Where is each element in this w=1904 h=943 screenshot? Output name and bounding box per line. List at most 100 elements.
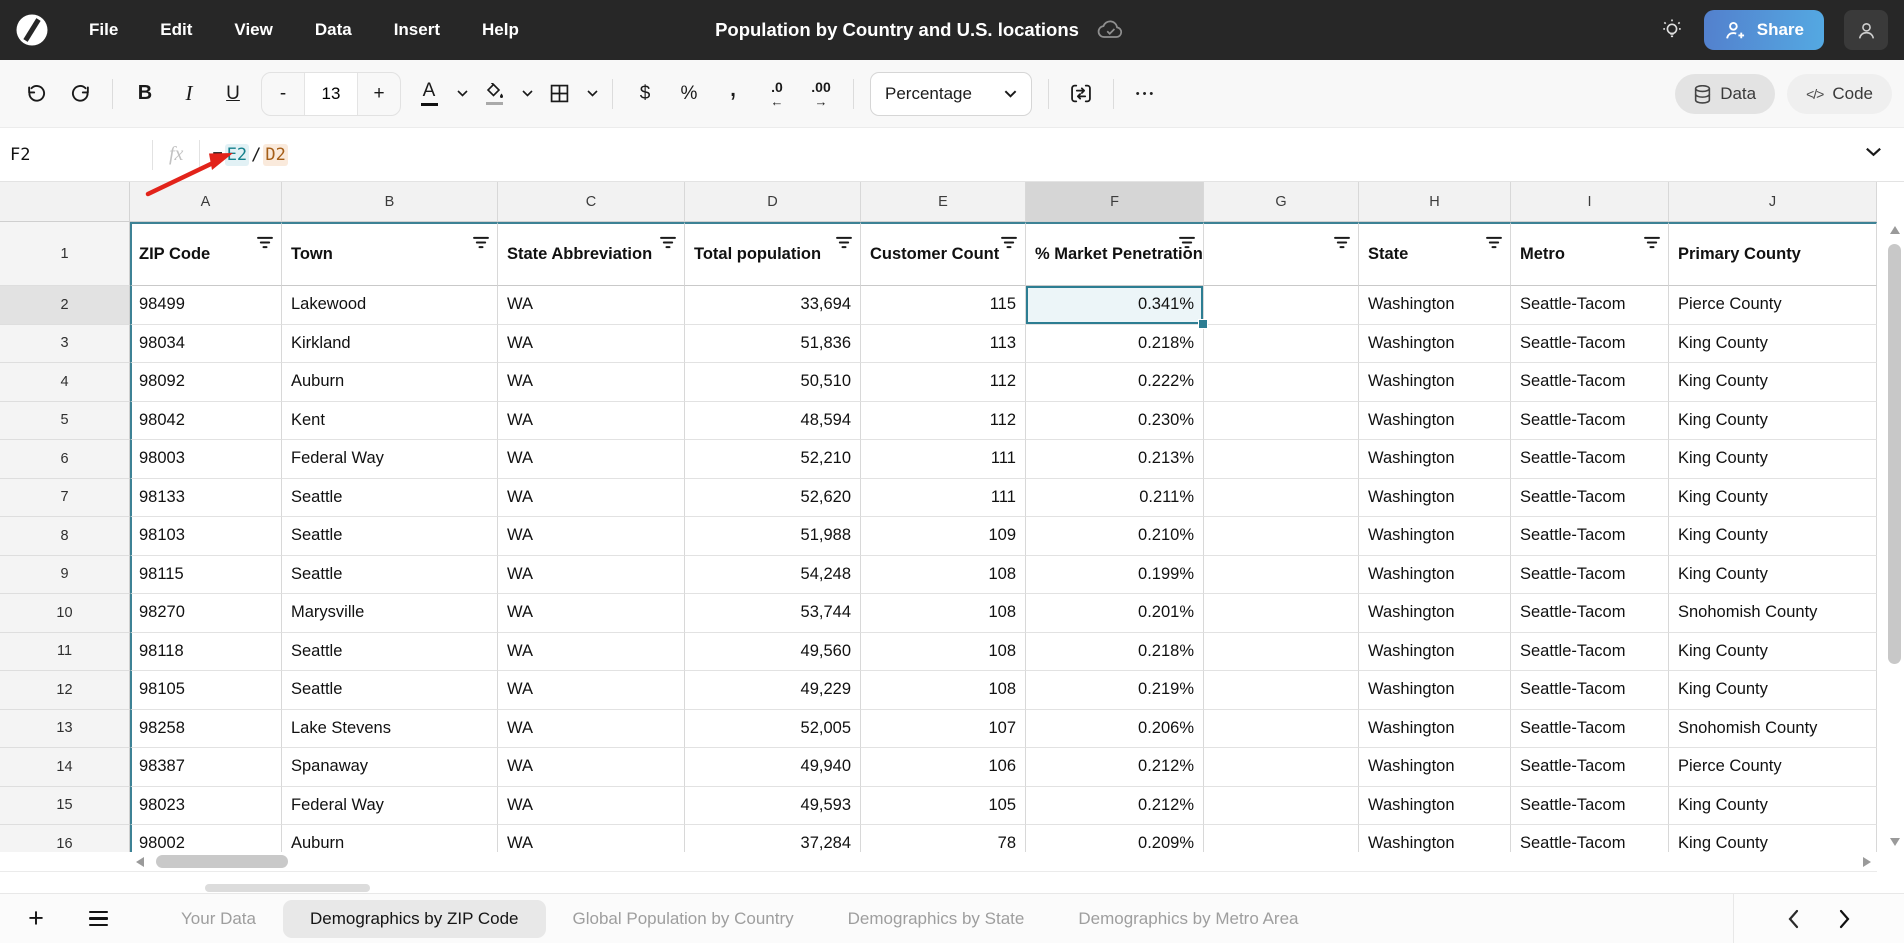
cell-A8[interactable]: 98103	[130, 517, 282, 556]
cell-G14[interactable]	[1204, 748, 1359, 787]
undo-button[interactable]	[14, 72, 58, 116]
cell-H14[interactable]: Washington	[1359, 748, 1511, 787]
cell-E10[interactable]: 108	[861, 594, 1026, 633]
font-size-value[interactable]: 13	[304, 72, 358, 116]
cell-F13[interactable]: 0.206%	[1026, 710, 1204, 749]
cell-E14[interactable]: 106	[861, 748, 1026, 787]
tab-demographics-by-metro-area[interactable]: Demographics by Metro Area	[1051, 900, 1325, 938]
cell-G5[interactable]	[1204, 402, 1359, 441]
cell-D15[interactable]: 49,593	[685, 787, 861, 826]
cell-G10[interactable]	[1204, 594, 1359, 633]
cell-G15[interactable]	[1204, 787, 1359, 826]
cell-J12[interactable]: King County	[1669, 671, 1877, 710]
code-panel-button[interactable]: </> Code	[1787, 74, 1892, 114]
cell-B13[interactable]: Lake Stevens	[282, 710, 498, 749]
cell-B4[interactable]: Auburn	[282, 363, 498, 402]
cell-F10[interactable]: 0.201%	[1026, 594, 1204, 633]
cell-B6[interactable]: Federal Way	[282, 440, 498, 479]
cell-F12[interactable]: 0.219%	[1026, 671, 1204, 710]
number-format-dropdown[interactable]: Percentage	[870, 72, 1032, 116]
grid-corner[interactable]	[0, 182, 130, 222]
cell-D3[interactable]: 51,836	[685, 325, 861, 364]
row-number-10[interactable]: 10	[0, 594, 130, 633]
filter-icon[interactable]	[1486, 234, 1502, 255]
filter-icon[interactable]	[660, 234, 676, 255]
cell-I12[interactable]: Seattle-Tacom	[1511, 671, 1669, 710]
cell-H3[interactable]: Washington	[1359, 325, 1511, 364]
menu-data[interactable]: Data	[294, 0, 373, 60]
data-panel-button[interactable]: Data	[1675, 74, 1775, 114]
scroll-down-arrow-icon[interactable]	[1890, 838, 1900, 846]
cell-I10[interactable]: Seattle-Tacom	[1511, 594, 1669, 633]
cell-H7[interactable]: Washington	[1359, 479, 1511, 518]
column-header-A[interactable]: A	[130, 182, 282, 222]
cell-A7[interactable]: 98133	[130, 479, 282, 518]
cell-B14[interactable]: Spanaway	[282, 748, 498, 787]
cell-I4[interactable]: Seattle-Tacom	[1511, 363, 1669, 402]
underline-button[interactable]: U	[211, 72, 255, 116]
cell-I5[interactable]: Seattle-Tacom	[1511, 402, 1669, 441]
cell-F3[interactable]: 0.218%	[1026, 325, 1204, 364]
cell-A13[interactable]: 98258	[130, 710, 282, 749]
cell-F8[interactable]: 0.210%	[1026, 517, 1204, 556]
cell-A6[interactable]: 98003	[130, 440, 282, 479]
cell-F11[interactable]: 0.218%	[1026, 633, 1204, 672]
filter-icon[interactable]	[1001, 234, 1017, 255]
cell-A11[interactable]: 98118	[130, 633, 282, 672]
text-color-dropdown-chevron-icon[interactable]	[453, 90, 472, 97]
text-color-button[interactable]: A	[407, 72, 451, 116]
column-header-G[interactable]: G	[1204, 182, 1359, 222]
cell-I13[interactable]: Seattle-Tacom	[1511, 710, 1669, 749]
menu-insert[interactable]: Insert	[373, 0, 461, 60]
column-header-H[interactable]: H	[1359, 182, 1511, 222]
cell-B11[interactable]: Seattle	[282, 633, 498, 672]
cell-G11[interactable]	[1204, 633, 1359, 672]
header-cell-F1[interactable]: % Market Penetration	[1026, 222, 1204, 286]
cell-B16[interactable]: Auburn	[282, 825, 498, 852]
row-number-1[interactable]: 1	[0, 222, 130, 286]
cell-I11[interactable]: Seattle-Tacom	[1511, 633, 1669, 672]
cell-B9[interactable]: Seattle	[282, 556, 498, 595]
cell-C13[interactable]: WA	[498, 710, 685, 749]
cell-reference-box[interactable]: F2	[0, 145, 152, 165]
cell-C12[interactable]: WA	[498, 671, 685, 710]
cell-F15[interactable]: 0.212%	[1026, 787, 1204, 826]
cell-G4[interactable]	[1204, 363, 1359, 402]
cell-B10[interactable]: Marysville	[282, 594, 498, 633]
document-title[interactable]: Population by Country and U.S. locations	[715, 19, 1079, 41]
cell-G13[interactable]	[1204, 710, 1359, 749]
row-number-9[interactable]: 9	[0, 556, 130, 595]
cell-G6[interactable]	[1204, 440, 1359, 479]
cell-J14[interactable]: Pierce County	[1669, 748, 1877, 787]
header-cell-E1[interactable]: Customer Count	[861, 222, 1026, 286]
cell-E8[interactable]: 109	[861, 517, 1026, 556]
scroll-left-arrow-icon[interactable]	[136, 857, 144, 867]
cell-A15[interactable]: 98023	[130, 787, 282, 826]
column-header-B[interactable]: B	[282, 182, 498, 222]
cell-I15[interactable]: Seattle-Tacom	[1511, 787, 1669, 826]
cell-E16[interactable]: 78	[861, 825, 1026, 852]
header-cell-H1[interactable]: State	[1359, 222, 1511, 286]
row-number-14[interactable]: 14	[0, 748, 130, 787]
currency-format-button[interactable]: $	[623, 72, 667, 116]
cell-F5[interactable]: 0.230%	[1026, 402, 1204, 441]
cell-C8[interactable]: WA	[498, 517, 685, 556]
app-logo-icon[interactable]	[14, 12, 50, 48]
cell-F6[interactable]: 0.213%	[1026, 440, 1204, 479]
cell-H10[interactable]: Washington	[1359, 594, 1511, 633]
cell-J15[interactable]: King County	[1669, 787, 1877, 826]
cell-I8[interactable]: Seattle-Tacom	[1511, 517, 1669, 556]
cell-J7[interactable]: King County	[1669, 479, 1877, 518]
cell-B5[interactable]: Kent	[282, 402, 498, 441]
cell-H5[interactable]: Washington	[1359, 402, 1511, 441]
cell-D4[interactable]: 50,510	[685, 363, 861, 402]
cell-D6[interactable]: 52,210	[685, 440, 861, 479]
font-size-decrease-button[interactable]: -	[262, 72, 304, 116]
cell-J13[interactable]: Snohomish County	[1669, 710, 1877, 749]
cell-G8[interactable]	[1204, 517, 1359, 556]
header-cell-J1[interactable]: Primary County	[1669, 222, 1877, 286]
cell-D11[interactable]: 49,560	[685, 633, 861, 672]
cell-E4[interactable]: 112	[861, 363, 1026, 402]
cell-B7[interactable]: Seattle	[282, 479, 498, 518]
redo-button[interactable]	[58, 72, 102, 116]
